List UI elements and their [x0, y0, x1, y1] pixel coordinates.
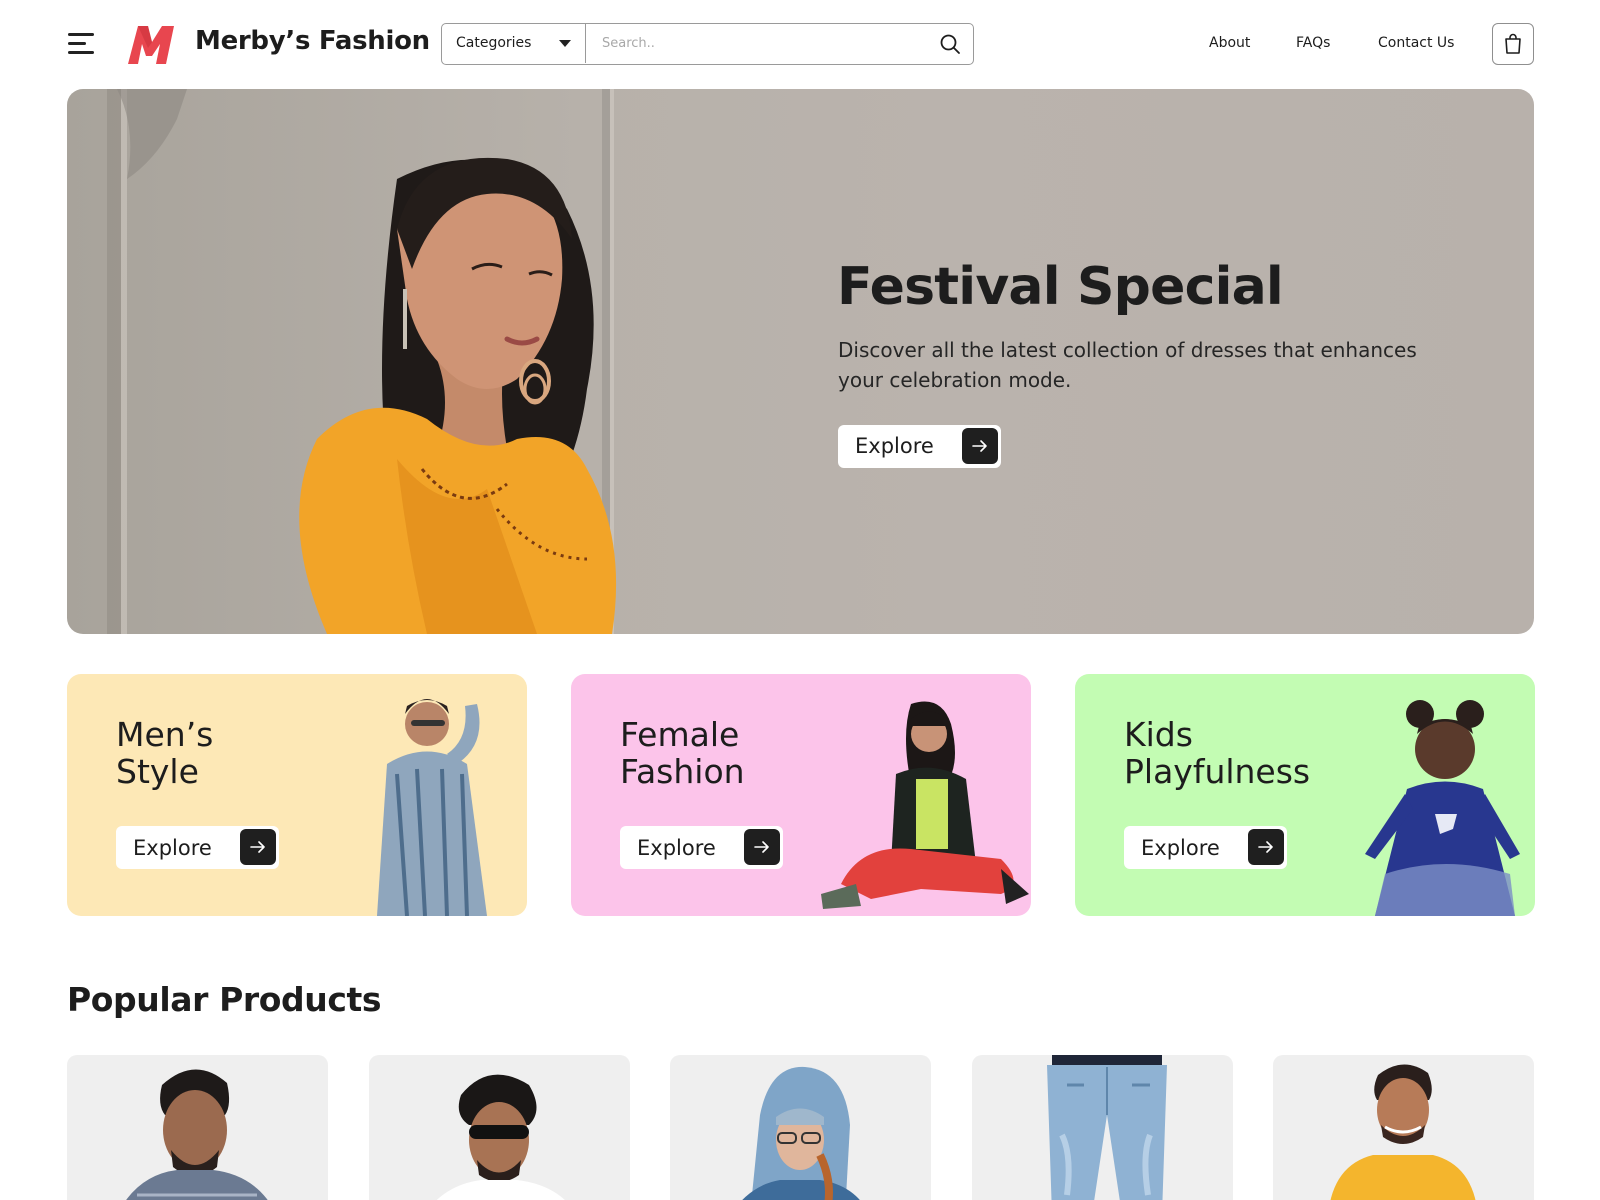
nav-contact-link[interactable]: Contact Us [1378, 35, 1454, 51]
product-image [126, 1069, 268, 1200]
product-image [742, 1066, 860, 1200]
hero-description: Discover all the latest collection of dr… [838, 338, 1417, 392]
female-explore-button[interactable]: Explore [620, 826, 783, 869]
site-header: Merby’s Fashion Categories About FAQs Co… [0, 0, 1600, 88]
product-image [436, 1074, 565, 1200]
search-icon[interactable] [939, 33, 961, 55]
brand-logo[interactable] [126, 22, 178, 66]
explore-label: Explore [1141, 836, 1220, 860]
product-card[interactable] [972, 1055, 1233, 1200]
product-card[interactable] [1273, 1055, 1534, 1200]
hero-model-image [107, 89, 617, 634]
category-title: Men’s Style [116, 715, 214, 791]
arrow-right-icon [962, 428, 998, 464]
product-image [1047, 1055, 1167, 1200]
category-card-female[interactable]: Female Fashion Explore [571, 674, 1031, 916]
category-card-mens[interactable]: Men’s Style Explore [67, 674, 527, 916]
category-card-kids[interactable]: Kids Playfulness Explore [1075, 674, 1535, 916]
mens-model-image [377, 699, 487, 916]
search-bar: Categories [441, 23, 974, 65]
chevron-down-icon [559, 40, 571, 47]
hero-explore-button[interactable]: Explore [838, 425, 1001, 468]
nav-about-link[interactable]: About [1209, 35, 1250, 51]
female-model-image [821, 701, 1029, 909]
product-card[interactable] [670, 1055, 931, 1200]
kids-model-image [1365, 700, 1520, 916]
category-title: Female Fashion [620, 715, 745, 791]
explore-label: Explore [133, 836, 212, 860]
category-title: Kids Playfulness [1124, 715, 1311, 791]
cart-button[interactable] [1492, 23, 1534, 65]
hero-banner: Festival Special Discover all the latest… [67, 89, 1534, 634]
categories-label: Categories [456, 35, 532, 51]
arrow-right-icon [1248, 829, 1284, 865]
hamburger-menu-icon[interactable] [68, 33, 94, 55]
explore-label: Explore [637, 836, 716, 860]
popular-products-heading: Popular Products [67, 980, 382, 1019]
hero-explore-label: Explore [855, 434, 934, 458]
shopping-bag-icon [1505, 33, 1521, 54]
kids-explore-button[interactable]: Explore [1124, 826, 1287, 869]
product-card[interactable] [369, 1055, 630, 1200]
arrow-right-icon [744, 829, 780, 865]
arrow-right-icon [240, 829, 276, 865]
mens-explore-button[interactable]: Explore [116, 826, 279, 869]
hero-title: Festival Special [837, 257, 1284, 317]
product-card[interactable] [67, 1055, 328, 1200]
search-input[interactable] [588, 26, 928, 61]
product-image [1330, 1064, 1476, 1200]
nav-faqs-link[interactable]: FAQs [1296, 35, 1330, 51]
categories-dropdown[interactable]: Categories [442, 24, 586, 63]
brand-name[interactable]: Merby’s Fashion [195, 26, 430, 56]
